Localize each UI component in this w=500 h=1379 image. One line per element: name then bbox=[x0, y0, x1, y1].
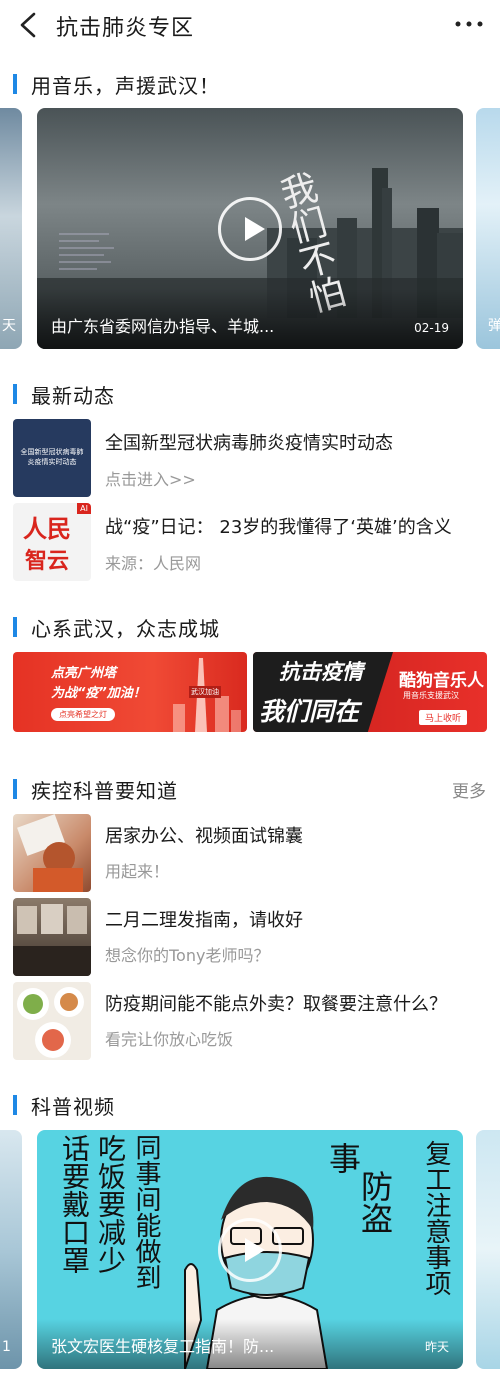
page-title: 抗击肺炎专区 bbox=[56, 16, 195, 41]
calligraphy-col-3: 同事间能做到 bbox=[131, 1134, 161, 1290]
music-video-carousel[interactable]: 天 我们不怕 由广东省委网信办指导、羊城... 02-19 弹 bbox=[0, 108, 500, 350]
news-section-header: 最新动态 bbox=[0, 380, 500, 410]
knowledge-title: 居家办公、视频面试锦囊 bbox=[105, 826, 303, 847]
news-item[interactable]: 全国新型冠状病毒肺炎疫情实时动态 全国新型冠状病毒肺炎疫情实时动态 点击进入>> bbox=[0, 419, 500, 499]
banner-line1: 点亮广州塔 bbox=[51, 666, 117, 681]
section-accent-bar bbox=[13, 1095, 17, 1115]
knowledge-subtitle: 用起来！ bbox=[105, 862, 170, 881]
video-section-title: 科普视频 bbox=[31, 1095, 115, 1119]
next-card-text: 弹 bbox=[488, 318, 500, 334]
knowledge-subtitle: 看完让你放心吃饭 bbox=[105, 1030, 234, 1049]
calligraphy-word-2: 防盗 bbox=[356, 1170, 394, 1234]
section-accent-bar bbox=[13, 384, 17, 404]
logo-text-bottom: 智云 bbox=[25, 549, 70, 574]
carousel-next-card[interactable] bbox=[476, 1130, 500, 1369]
carousel-prev-card[interactable]: 1 bbox=[0, 1130, 22, 1369]
video-caption: 张文宏医生硬核复工指南！防... bbox=[51, 1337, 275, 1356]
logo-text-top: 人民 bbox=[23, 514, 71, 543]
play-button[interactable] bbox=[218, 197, 282, 261]
video-date: 昨天 bbox=[424, 1340, 449, 1354]
thumbnail-text: 全国新型冠状病毒肺炎疫情实时动态 bbox=[20, 448, 84, 466]
video-date: 02-19 bbox=[414, 321, 449, 335]
news-item[interactable]: 人民 智云 AI 战“疫”日记： 23岁的我懂得了‘英雄’的含义 来源：人民网 bbox=[0, 503, 500, 583]
knowledge-title: 二月二理发指南，请收好 bbox=[105, 910, 303, 931]
music-section-header: 用音乐，声援武汉！ bbox=[0, 70, 500, 100]
banner-line2: 我们同在 bbox=[259, 697, 360, 726]
music-video-card[interactable]: 我们不怕 由广东省委网信办指导、羊城... 02-19 bbox=[37, 108, 463, 349]
banner-line1: 抗击疫情 bbox=[279, 660, 363, 684]
banner-line2: 为战“疫”加油！ bbox=[51, 686, 146, 701]
back-arrow-icon[interactable] bbox=[14, 8, 44, 42]
light-lamp-button[interactable]: 点亮希望之灯 bbox=[51, 708, 115, 721]
guangzhou-tower-banner[interactable]: 点亮广州塔 为战“疫”加油！ 点亮希望之灯 武汉加油 bbox=[13, 652, 247, 732]
music-section-title: 用音乐，声援武汉！ bbox=[31, 74, 220, 98]
section-accent-bar bbox=[13, 617, 17, 637]
news-title: 战“疫”日记： 23岁的我懂得了‘英雄’的含义 bbox=[105, 517, 452, 538]
section-accent-bar bbox=[13, 74, 17, 94]
knowledge-item[interactable]: 防疫期间能不能点外卖？取餐要注意什么？ 看完让你放心吃饭 bbox=[0, 982, 500, 1060]
carousel-next-card[interactable]: 弹 bbox=[476, 108, 500, 349]
wuhan-section-header: 心系武汉，众志成城 bbox=[0, 613, 500, 643]
carousel-prev-card[interactable]: 天 bbox=[0, 108, 22, 349]
knowledge-section-header: 疾控科普要知道 更多 bbox=[0, 775, 500, 805]
wuhan-section-title: 心系武汉，众志成城 bbox=[31, 617, 220, 641]
video-caption: 由广东省委网信办指导、羊城... bbox=[51, 317, 275, 336]
listen-now-button[interactable]: 马上收听 bbox=[419, 710, 468, 725]
app-header: 抗击肺炎专区 bbox=[0, 0, 500, 52]
calligraphy-word-3: 复工注意事项 bbox=[421, 1140, 451, 1296]
kugou-banner[interactable]: 抗击疫情 我们同在 酷狗音乐人 用音乐支援武汉 马上收听 bbox=[253, 652, 487, 732]
barbershop-thumbnail bbox=[13, 898, 91, 976]
knowledge-subtitle: 想念你的Tony老师吗？ bbox=[105, 946, 270, 965]
food-delivery-thumbnail bbox=[13, 982, 91, 1060]
ai-badge: AI bbox=[77, 503, 91, 514]
news-subtitle: 来源：人民网 bbox=[105, 554, 202, 573]
credits-text-block bbox=[59, 228, 119, 298]
knowledge-item[interactable]: 二月二理发指南，请收好 想念你的Tony老师吗？ bbox=[0, 898, 500, 976]
section-accent-bar bbox=[13, 779, 17, 799]
prev-card-text: 1 bbox=[2, 1339, 11, 1355]
people-cloud-logo: 人民 智云 AI bbox=[13, 503, 91, 581]
news-subtitle: 点击进入>> bbox=[105, 470, 196, 489]
knowledge-title: 防疫期间能不能点外卖？取餐要注意什么？ bbox=[105, 994, 447, 1015]
news-section-title: 最新动态 bbox=[31, 384, 115, 408]
kugou-brand: 酷狗音乐人 bbox=[399, 671, 484, 691]
more-dots-icon[interactable] bbox=[452, 12, 486, 36]
work-from-home-thumbnail bbox=[13, 814, 91, 892]
wuhan-tag: 武汉加油 bbox=[189, 686, 221, 698]
news-title: 全国新型冠状病毒肺炎疫情实时动态 bbox=[105, 433, 393, 454]
science-video-card[interactable]: 话要戴口罩 吃饭要减少 同事间能做到 事 防盗 复工注意事项 张文宏医生硬核复工… bbox=[37, 1130, 463, 1369]
video-section-header: 科普视频 bbox=[0, 1091, 500, 1121]
knowledge-section-title: 疾控科普要知道 bbox=[31, 779, 178, 803]
kugou-brand-sub: 用音乐支援武汉 bbox=[403, 691, 459, 700]
more-link[interactable]: 更多 bbox=[452, 777, 486, 802]
prev-card-text: 天 bbox=[2, 318, 16, 334]
news-thumbnail: 全国新型冠状病毒肺炎疫情实时动态 bbox=[13, 419, 91, 497]
play-button[interactable] bbox=[218, 1218, 282, 1282]
calligraphy-col-1: 话要戴口罩 bbox=[58, 1134, 91, 1274]
calligraphy-col-2: 吃饭要减少 bbox=[94, 1134, 127, 1274]
science-video-carousel[interactable]: 1 话要戴口罩 吃饭要减少 同事间能做到 事 防盗 复工注意事项 张文宏医生硬核… bbox=[0, 1130, 500, 1370]
knowledge-item[interactable]: 居家办公、视频面试锦囊 用起来！ bbox=[0, 814, 500, 892]
